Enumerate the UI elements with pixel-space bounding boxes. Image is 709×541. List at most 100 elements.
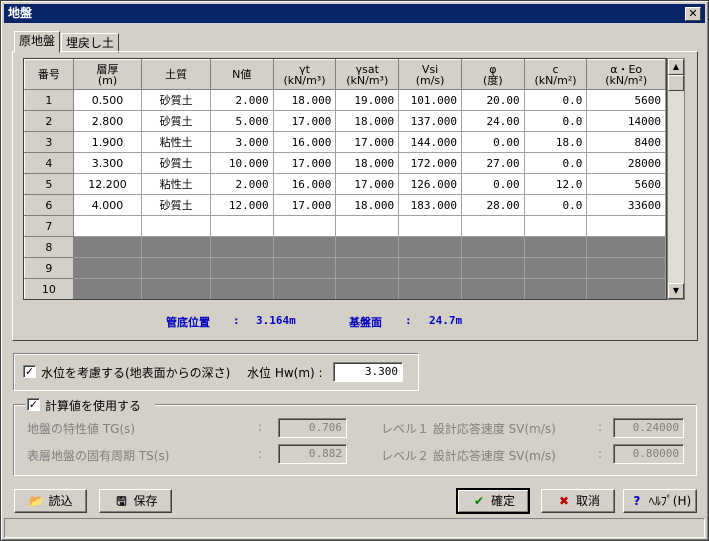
table-cell[interactable]: 10.000 xyxy=(209,152,274,174)
table-cell[interactable]: 3.300 xyxy=(72,152,143,174)
table-row[interactable]: 2 2.800 砂質土 5.000 17.000 18.000 137.000 24.00 0.… xyxy=(24,110,666,132)
ground-layer-table[interactable]: 番号 層厚 (m) 土質 N値 γt (kN/m³) γsat (kN/m³) Vsi (m… xyxy=(23,58,667,300)
table-cell[interactable]: 0.0 xyxy=(523,89,588,111)
table-cell[interactable] xyxy=(141,215,211,237)
table-cell[interactable]: 12.200 xyxy=(72,173,143,195)
table-cell[interactable]: 28000 xyxy=(586,152,666,174)
table-cell[interactable]: 粘性土 xyxy=(141,131,211,153)
table-cell[interactable]: 12.0 xyxy=(523,173,588,195)
table-scrollbar[interactable]: ▲ ▼ xyxy=(667,58,685,300)
table-cell[interactable]: 17.000 xyxy=(272,152,337,174)
table-cell xyxy=(209,278,274,299)
table-cell[interactable]: 5600 xyxy=(586,173,666,195)
table-cell[interactable]: 137.000 xyxy=(398,110,463,132)
tab-original-ground[interactable]: 原地盤 xyxy=(14,31,61,53)
table-cell[interactable]: 17.000 xyxy=(272,110,337,132)
table-cell[interactable]: 18.000 xyxy=(272,89,337,111)
table-cell[interactable]: 14000 xyxy=(586,110,666,132)
close-icon[interactable]: ✕ xyxy=(685,7,701,21)
table-cell[interactable]: 183.000 xyxy=(398,194,463,216)
water-level-input[interactable]: 3.300 xyxy=(333,362,403,382)
scroll-up-icon[interactable]: ▲ xyxy=(668,59,684,75)
table-row[interactable]: 6 4.000 砂質土 12.000 17.000 18.000 183.000 28.00 0… xyxy=(24,194,666,216)
sv1-field[interactable]: 0.24000 xyxy=(613,418,684,438)
table-cell[interactable]: 砂質土 xyxy=(141,194,211,216)
table-cell[interactable] xyxy=(335,215,400,237)
ok-button[interactable]: ✔ 確定 xyxy=(456,488,530,514)
tg-field[interactable]: 0.706 xyxy=(278,418,347,438)
help-button[interactable]: ? ﾍﾙﾌﾟ(H) xyxy=(623,489,697,513)
ts-field[interactable]: 0.882 xyxy=(278,444,347,464)
table-cell[interactable]: 3.000 xyxy=(209,131,274,153)
table-cell[interactable]: 4.000 xyxy=(72,194,143,216)
table-cell[interactable]: 27.00 xyxy=(461,152,525,174)
x-icon: ✖ xyxy=(558,494,570,508)
table-cell xyxy=(72,278,143,299)
table-cell[interactable]: 33600 xyxy=(586,194,666,216)
table-cell[interactable]: 17.000 xyxy=(335,131,400,153)
table-cell xyxy=(461,278,525,299)
table-cell[interactable]: 0.0 xyxy=(523,152,588,174)
table-cell[interactable]: 粘性土 xyxy=(141,173,211,195)
table-cell[interactable]: 18.000 xyxy=(335,152,400,174)
table-cell[interactable]: 1.900 xyxy=(72,131,143,153)
table-cell[interactable]: 0.00 xyxy=(461,173,525,195)
table-cell[interactable]: 砂質土 xyxy=(141,89,211,111)
table-cell[interactable]: 2.000 xyxy=(209,89,274,111)
table-cell[interactable] xyxy=(209,215,274,237)
table-cell[interactable]: 126.000 xyxy=(398,173,463,195)
table-cell xyxy=(586,278,666,299)
table-cell[interactable]: 2.800 xyxy=(72,110,143,132)
table-cell[interactable]: 24.00 xyxy=(461,110,525,132)
table-cell[interactable] xyxy=(461,215,525,237)
table-cell[interactable]: 12.000 xyxy=(209,194,274,216)
table-cell[interactable]: 砂質土 xyxy=(141,110,211,132)
table-cell[interactable] xyxy=(72,215,143,237)
save-button[interactable]: 🖫 保存 xyxy=(99,489,172,513)
sv2-field[interactable]: 0.80000 xyxy=(613,444,684,464)
water-level-checkbox[interactable]: ✓ xyxy=(23,365,36,378)
table-cell[interactable]: 19.000 xyxy=(335,89,400,111)
scroll-down-icon[interactable]: ▼ xyxy=(668,283,684,299)
table-cell[interactable]: 0.500 xyxy=(72,89,143,111)
load-button[interactable]: 📂 読込 xyxy=(14,489,87,513)
column-header: φ (度) xyxy=(461,59,525,90)
table-cell[interactable]: 5.000 xyxy=(209,110,274,132)
table-cell[interactable]: 20.00 xyxy=(461,89,525,111)
table-row[interactable]: 4 3.300 砂質土 10.000 17.000 18.000 172.000 27.00 0… xyxy=(24,152,666,174)
column-header: 層厚 (m) xyxy=(72,59,143,90)
table-cell[interactable]: 2.000 xyxy=(209,173,274,195)
title-bar: 地盤 ✕ xyxy=(4,4,705,23)
table-cell[interactable]: 17.000 xyxy=(272,194,337,216)
table-row[interactable]: 1 0.500 砂質土 2.000 18.000 19.000 101.000 20.00 0.… xyxy=(24,89,666,111)
table-cell[interactable]: 5600 xyxy=(586,89,666,111)
table-cell[interactable]: 101.000 xyxy=(398,89,463,111)
table-cell[interactable]: 0.0 xyxy=(523,194,588,216)
table-cell[interactable]: 8400 xyxy=(586,131,666,153)
table-cell[interactable]: 16.000 xyxy=(272,173,337,195)
calc-values-checkbox[interactable]: ✓ xyxy=(27,398,40,411)
table-row[interactable]: 5 12.200 粘性土 2.000 16.000 17.000 126.000 0.00 12… xyxy=(24,173,666,195)
table-cell[interactable]: 18.000 xyxy=(335,110,400,132)
table-row[interactable]: 3 1.900 粘性土 3.000 16.000 17.000 144.000 0.00 18.… xyxy=(24,131,666,153)
table-cell[interactable]: 144.000 xyxy=(398,131,463,153)
table-cell[interactable]: 16.000 xyxy=(272,131,337,153)
table-cell[interactable]: 砂質土 xyxy=(141,152,211,174)
ts-label: 表層地盤の固有周期 TS(s) xyxy=(27,449,170,463)
table-cell[interactable]: 0.0 xyxy=(523,110,588,132)
table-cell[interactable] xyxy=(586,215,666,237)
table-cell[interactable]: 28.00 xyxy=(461,194,525,216)
table-cell[interactable]: 18.0 xyxy=(523,131,588,153)
cancel-button[interactable]: ✖ 取消 xyxy=(541,489,615,513)
table-row-empty[interactable]: 7 xyxy=(24,215,666,237)
tab-backfill[interactable]: 埋戻し土 xyxy=(61,33,120,53)
table-cell[interactable]: 18.000 xyxy=(335,194,400,216)
calc-values-group xyxy=(13,404,697,476)
table-cell[interactable]: 0.00 xyxy=(461,131,525,153)
scroll-thumb[interactable] xyxy=(668,75,684,91)
table-cell[interactable] xyxy=(523,215,588,237)
table-cell[interactable]: 172.000 xyxy=(398,152,463,174)
table-cell[interactable]: 17.000 xyxy=(335,173,400,195)
table-cell[interactable] xyxy=(272,215,337,237)
table-cell[interactable] xyxy=(398,215,463,237)
